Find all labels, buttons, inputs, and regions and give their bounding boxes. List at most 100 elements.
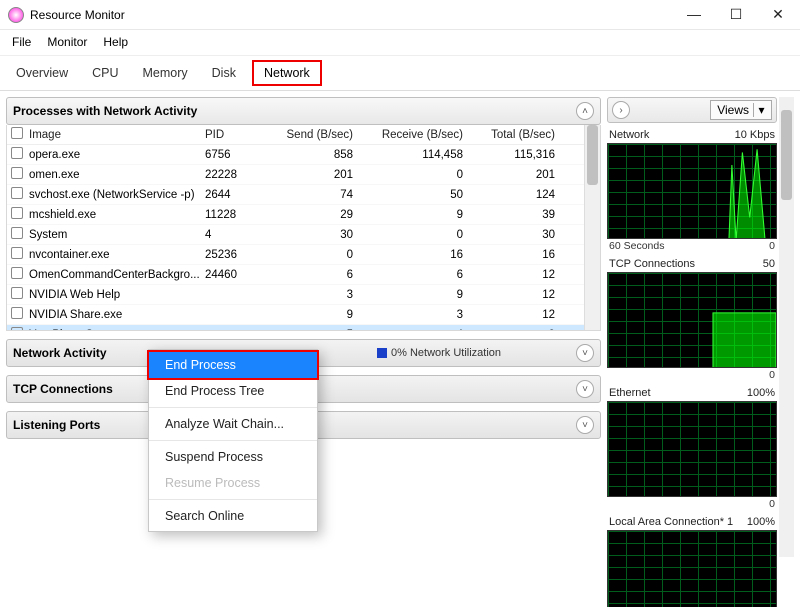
cell-receive: 16 bbox=[365, 249, 475, 261]
table-scrollbar[interactable] bbox=[584, 125, 600, 330]
graph-title: TCP Connections bbox=[609, 258, 695, 270]
cell-receive: 0 bbox=[365, 169, 475, 181]
row-checkbox[interactable] bbox=[11, 147, 23, 159]
graph-canvas bbox=[607, 272, 777, 368]
process-table: Image PID Send (B/sec) Receive (B/sec) T… bbox=[6, 125, 601, 331]
context-resume-process: Resume Process bbox=[149, 470, 317, 496]
chevron-down-icon[interactable]: ˅ bbox=[576, 416, 594, 434]
context-end-process[interactable]: End Process bbox=[147, 350, 319, 380]
context-end-process-tree[interactable]: End Process Tree bbox=[149, 378, 317, 404]
tab-cpu[interactable]: CPU bbox=[84, 63, 126, 83]
col-pid[interactable]: PID bbox=[205, 129, 265, 141]
cell-receive: 4 bbox=[365, 329, 475, 332]
window-title: Resource Monitor bbox=[30, 8, 680, 22]
col-send[interactable]: Send (B/sec) bbox=[265, 129, 365, 141]
row-checkbox[interactable] bbox=[11, 327, 23, 331]
cell-image: omen.exe bbox=[29, 169, 205, 181]
views-label: Views bbox=[717, 103, 749, 117]
tab-disk[interactable]: Disk bbox=[204, 63, 244, 83]
context-suspend-process[interactable]: Suspend Process bbox=[149, 444, 317, 470]
chevron-right-icon[interactable]: › bbox=[612, 101, 630, 119]
cell-total: 115,316 bbox=[475, 149, 567, 161]
row-checkbox[interactable] bbox=[11, 307, 23, 319]
tabs: Overview CPU Memory Disk Network bbox=[0, 55, 800, 91]
chevron-up-icon[interactable]: ˄ bbox=[576, 102, 594, 120]
menu-file[interactable]: File bbox=[6, 33, 37, 51]
row-checkbox[interactable] bbox=[11, 267, 23, 279]
col-receive[interactable]: Receive (B/sec) bbox=[365, 129, 475, 141]
cell-total: 124 bbox=[475, 189, 567, 201]
cell-receive: 9 bbox=[365, 289, 475, 301]
section-network-activity-title: Network Activity bbox=[13, 346, 107, 360]
right-toolbar: › Views ▾ bbox=[607, 97, 777, 123]
chevron-down-icon[interactable]: ˅ bbox=[576, 380, 594, 398]
cell-receive: 3 bbox=[365, 309, 475, 321]
chevron-down-icon[interactable]: ˅ bbox=[576, 344, 594, 362]
row-checkbox[interactable] bbox=[11, 287, 23, 299]
graph-title: Local Area Connection* 1 bbox=[609, 516, 733, 528]
table-row[interactable]: OmenCommandCenterBackgro...244606612 bbox=[7, 265, 600, 285]
menubar: File Monitor Help bbox=[0, 30, 800, 55]
table-row[interactable]: opera.exe6756858114,458115,316 bbox=[7, 145, 600, 165]
table-row[interactable]: nvcontainer.exe2523601616 bbox=[7, 245, 600, 265]
graph-value: 100% bbox=[747, 387, 775, 399]
cell-total: 12 bbox=[475, 269, 567, 281]
table-row[interactable]: NVIDIA Share.exe9312 bbox=[7, 305, 600, 325]
utilization-swatch bbox=[377, 348, 387, 358]
views-button[interactable]: Views ▾ bbox=[710, 100, 772, 120]
cell-send: 30 bbox=[265, 229, 365, 241]
table-row[interactable]: YourPhoneServer549 bbox=[7, 325, 600, 331]
cell-total: 30 bbox=[475, 229, 567, 241]
table-header: Image PID Send (B/sec) Receive (B/sec) T… bbox=[7, 125, 600, 145]
cell-send: 5 bbox=[265, 329, 365, 332]
cell-image: OmenCommandCenterBackgro... bbox=[29, 269, 205, 281]
right-scrollbar[interactable] bbox=[779, 97, 794, 557]
table-row[interactable]: System430030 bbox=[7, 225, 600, 245]
graph-canvas bbox=[607, 143, 777, 239]
cell-send: 201 bbox=[265, 169, 365, 181]
chevron-down-icon[interactable]: ▾ bbox=[753, 103, 765, 117]
maximize-button[interactable]: ☐ bbox=[722, 6, 750, 23]
titlebar: Resource Monitor — ☐ ✕ bbox=[0, 0, 800, 30]
minimize-button[interactable]: — bbox=[680, 6, 708, 23]
tab-memory[interactable]: Memory bbox=[135, 63, 196, 83]
cell-image: NVIDIA Web Help bbox=[29, 289, 205, 301]
col-image[interactable]: Image bbox=[29, 129, 205, 141]
menu-separator bbox=[149, 407, 317, 408]
menu-monitor[interactable]: Monitor bbox=[41, 33, 93, 51]
cell-image: System bbox=[29, 229, 205, 241]
cell-receive: 0 bbox=[365, 229, 475, 241]
window-controls: — ☐ ✕ bbox=[680, 6, 792, 23]
cell-image: svchost.exe (NetworkService -p) bbox=[29, 189, 205, 201]
context-analyze-wait-chain[interactable]: Analyze Wait Chain... bbox=[149, 411, 317, 437]
row-checkbox[interactable] bbox=[11, 247, 23, 259]
table-row[interactable]: omen.exe222282010201 bbox=[7, 165, 600, 185]
cell-send: 6 bbox=[265, 269, 365, 281]
cell-send: 74 bbox=[265, 189, 365, 201]
row-checkbox[interactable] bbox=[11, 227, 23, 239]
cell-pid: 2644 bbox=[205, 189, 265, 201]
cell-pid: 25236 bbox=[205, 249, 265, 261]
cell-total: 12 bbox=[475, 289, 567, 301]
tab-network[interactable]: Network bbox=[252, 60, 322, 86]
close-button[interactable]: ✕ bbox=[764, 6, 792, 23]
checkbox-all[interactable] bbox=[11, 127, 23, 139]
cell-pid: 4 bbox=[205, 229, 265, 241]
tab-overview[interactable]: Overview bbox=[8, 63, 76, 83]
cell-pid: 22228 bbox=[205, 169, 265, 181]
table-row[interactable]: svchost.exe (NetworkService -p)264474501… bbox=[7, 185, 600, 205]
row-checkbox[interactable] bbox=[11, 207, 23, 219]
table-row[interactable]: mcshield.exe1122829939 bbox=[7, 205, 600, 225]
menu-help[interactable]: Help bbox=[97, 33, 134, 51]
cell-pid: 24460 bbox=[205, 269, 265, 281]
table-row[interactable]: NVIDIA Web Help3912 bbox=[7, 285, 600, 305]
cell-pid: 6756 bbox=[205, 149, 265, 161]
menu-separator bbox=[149, 440, 317, 441]
panel-processes-header[interactable]: Processes with Network Activity ˄ bbox=[6, 97, 601, 125]
row-checkbox[interactable] bbox=[11, 167, 23, 179]
col-total[interactable]: Total (B/sec) bbox=[475, 129, 567, 141]
row-checkbox[interactable] bbox=[11, 187, 23, 199]
cell-receive: 50 bbox=[365, 189, 475, 201]
context-search-online[interactable]: Search Online bbox=[149, 503, 317, 529]
cell-receive: 9 bbox=[365, 209, 475, 221]
